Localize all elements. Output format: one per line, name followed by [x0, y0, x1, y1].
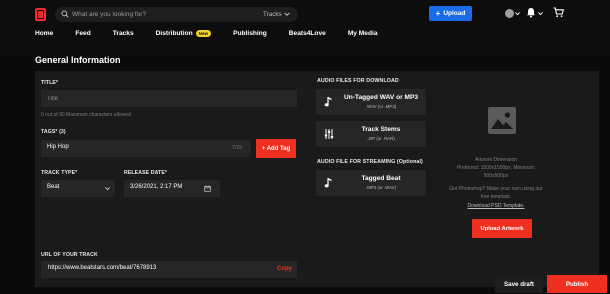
search-bar[interactable]: Tracks — [55, 7, 298, 22]
artwork-minimum-text: 500x500px — [483, 173, 509, 179]
release-date-value: 3/26/2021, 2:17 PM — [130, 184, 183, 190]
tags-counter: 7/25 — [232, 145, 243, 151]
title-label: TITLE* — [41, 80, 59, 86]
template-text: free template. — [480, 194, 512, 200]
add-tag-button[interactable]: + Add Tag — [256, 139, 296, 158]
chevron-down-icon[interactable] — [283, 10, 291, 18]
track-type-value: Beat — [47, 184, 60, 190]
tags-field[interactable]: Hip Hop — [41, 140, 251, 157]
download-psd-link[interactable]: Download PSD Template. — [438, 203, 554, 209]
tags-label: TAGS* (3) — [41, 129, 66, 135]
track-type-label: TRACK TYPE* — [41, 170, 78, 176]
chevron-down-icon — [105, 187, 110, 191]
calendar-icon[interactable] — [204, 185, 211, 192]
page-title: General Information — [35, 55, 121, 65]
artwork-dimension-heading: Artwork Dimension — [475, 157, 517, 163]
avatar[interactable] — [505, 9, 514, 18]
chevron-down-icon[interactable] — [537, 10, 544, 17]
photoshop-text: Got Photoshop? Make your own using our — [449, 186, 543, 192]
file-card-title: Un-Tagged WAV or MP3 — [343, 94, 419, 101]
file-card-title: Tagged Beat — [361, 175, 401, 182]
untagged-file-upload[interactable]: Un-Tagged WAV or MP3 .WAV (or .MP3) — [316, 89, 426, 115]
nav-item-tracks[interactable]: Tracks — [113, 30, 134, 37]
beatstars-logo[interactable] — [35, 8, 46, 21]
main-nav: Home Feed Tracks Distribution New Publis… — [35, 27, 400, 39]
upload-button[interactable]: + Upload — [429, 6, 472, 21]
publish-button[interactable]: Publish — [547, 275, 607, 293]
nav-item-label: Distribution — [155, 29, 193, 37]
plus-icon: + — [435, 8, 441, 18]
title-input[interactable] — [47, 90, 278, 107]
copy-button[interactable]: Copy — [277, 266, 292, 272]
save-draft-button[interactable]: Save draft — [495, 275, 543, 293]
track-url-field[interactable]: https://www.beatstars.com/beat/7678913 — [41, 261, 297, 278]
download-files-heading: AUDIO FILES FOR DOWNLOAD — [317, 78, 399, 84]
nav-item-publishing[interactable]: Publishing — [233, 30, 267, 37]
nav-item-distribution[interactable]: Distribution New — [155, 29, 212, 37]
title-char-hint: 0 out of 90 Maximum characters allowed — [41, 112, 131, 118]
top-bar: Tracks + Upload Home Feed Tracks Distrib… — [0, 0, 610, 50]
release-date-field[interactable]: 3/26/2021, 2:17 PM — [124, 180, 220, 197]
streaming-file-heading: AUDIO FILE FOR STREAMING (Optional) — [317, 159, 423, 165]
search-input[interactable] — [72, 8, 252, 21]
release-date-label: RELEASE DATE* — [124, 170, 167, 176]
nav-item-my-media[interactable]: My Media — [348, 30, 378, 37]
title-field[interactable] — [41, 90, 297, 107]
track-type-select[interactable]: Beat — [41, 180, 115, 197]
upload-label: Upload — [443, 10, 466, 17]
search-scope[interactable]: Tracks — [263, 11, 282, 18]
tags-value: Hip Hop — [47, 144, 69, 150]
nav-item-home[interactable]: Home — [35, 30, 53, 37]
track-url-value: https://www.beatstars.com/beat/7678913 — [48, 265, 157, 271]
image-placeholder-icon — [488, 107, 516, 134]
search-icon — [61, 10, 69, 18]
url-label: URL OF YOUR TRACK — [41, 252, 98, 258]
cart-icon[interactable] — [553, 7, 564, 18]
stems-sliders-icon — [324, 129, 334, 139]
upload-artwork-button[interactable]: Upload Artwork — [472, 219, 532, 238]
chevron-down-icon[interactable] — [514, 10, 521, 17]
bell-icon[interactable] — [526, 7, 536, 18]
new-badge: New — [195, 29, 212, 37]
nav-item-beats4love[interactable]: Beats4Love — [289, 30, 326, 37]
track-stems-upload[interactable]: Track Stems .ZIP (or .RAR) — [316, 121, 426, 147]
music-note-icon — [324, 97, 332, 107]
file-card-title: Track Stems — [361, 126, 401, 133]
artwork-preferred-text: Preferred: 1500x1500px, Minimum: — [456, 165, 536, 171]
tagged-beat-upload[interactable]: Tagged Beat .MP3 (or .WAV) — [316, 170, 426, 196]
file-card-subtitle: .MP3 (or .WAV) — [365, 185, 397, 190]
file-card-subtitle: .ZIP (or .RAR) — [367, 136, 395, 141]
music-note-icon — [324, 178, 332, 188]
nav-item-feed[interactable]: Feed — [75, 30, 90, 37]
file-card-subtitle: .WAV (or .MP3) — [365, 104, 397, 109]
